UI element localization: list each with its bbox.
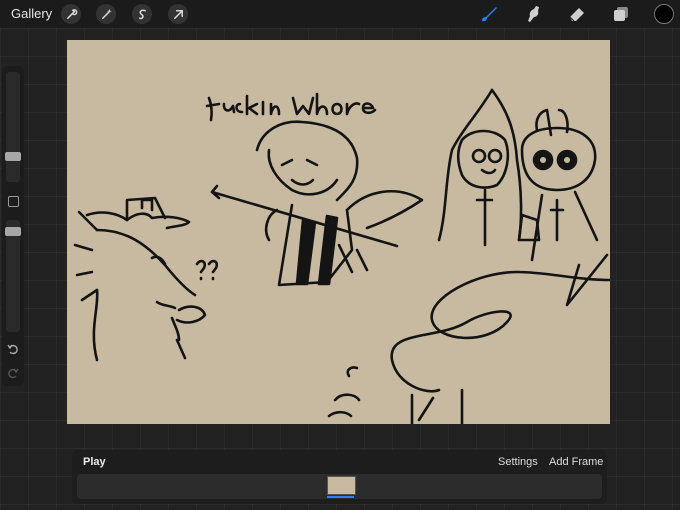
brush-size-handle[interactable]: [5, 152, 21, 161]
sidebar: [2, 66, 24, 386]
frame-thumbnail[interactable]: [327, 476, 356, 495]
settings-button[interactable]: Settings: [498, 456, 538, 468]
top-toolbar: Gallery: [0, 0, 680, 28]
animation-assist-panel: Play Settings Add Frame: [72, 450, 607, 504]
sketch-drawing: [73, 88, 610, 424]
gallery-button[interactable]: Gallery: [11, 6, 52, 21]
frame-timeline[interactable]: [77, 474, 602, 499]
smudge-icon[interactable]: [522, 4, 544, 24]
transform-arrow-icon[interactable]: [168, 4, 188, 24]
modify-button[interactable]: [8, 196, 19, 207]
add-frame-button[interactable]: Add Frame: [549, 456, 603, 468]
opacity-handle[interactable]: [5, 227, 21, 236]
drawing-canvas[interactable]: [67, 40, 610, 424]
color-picker-swatch[interactable]: [654, 4, 674, 24]
undo-icon[interactable]: [6, 342, 20, 356]
opacity-slider[interactable]: [6, 220, 20, 332]
wrench-icon[interactable]: [61, 4, 81, 24]
brush-icon[interactable]: [478, 4, 500, 24]
magic-wand-icon[interactable]: [96, 4, 116, 24]
selected-frame-indicator: [327, 496, 354, 498]
brush-size-slider[interactable]: [6, 72, 20, 182]
selection-icon[interactable]: [132, 4, 152, 24]
play-button[interactable]: Play: [83, 456, 106, 468]
redo-icon[interactable]: [6, 366, 20, 380]
eraser-icon[interactable]: [566, 4, 588, 24]
layers-icon[interactable]: [610, 4, 632, 24]
